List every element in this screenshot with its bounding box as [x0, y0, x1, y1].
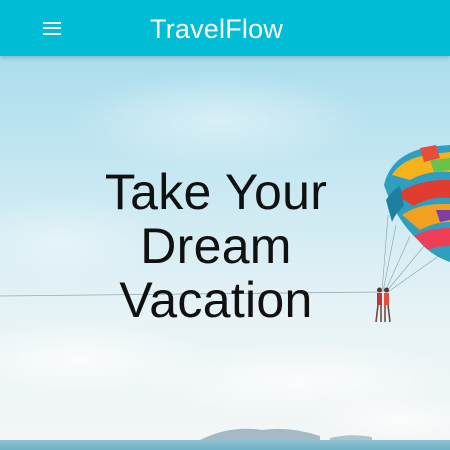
- menu-icon: [43, 21, 61, 35]
- hero-headline-line: Take Your: [104, 164, 328, 220]
- app-bar: TravelFlow: [0, 0, 450, 56]
- app-page: TravelFlow Take Your Dream Vacation: [0, 0, 450, 450]
- hero-headline-line: Dream: [140, 218, 292, 274]
- menu-button[interactable]: [34, 10, 70, 46]
- hero-headline-line: Vacation: [119, 272, 313, 328]
- app-title[interactable]: TravelFlow: [150, 0, 283, 56]
- hero-headline: Take Your Dream Vacation: [60, 165, 372, 327]
